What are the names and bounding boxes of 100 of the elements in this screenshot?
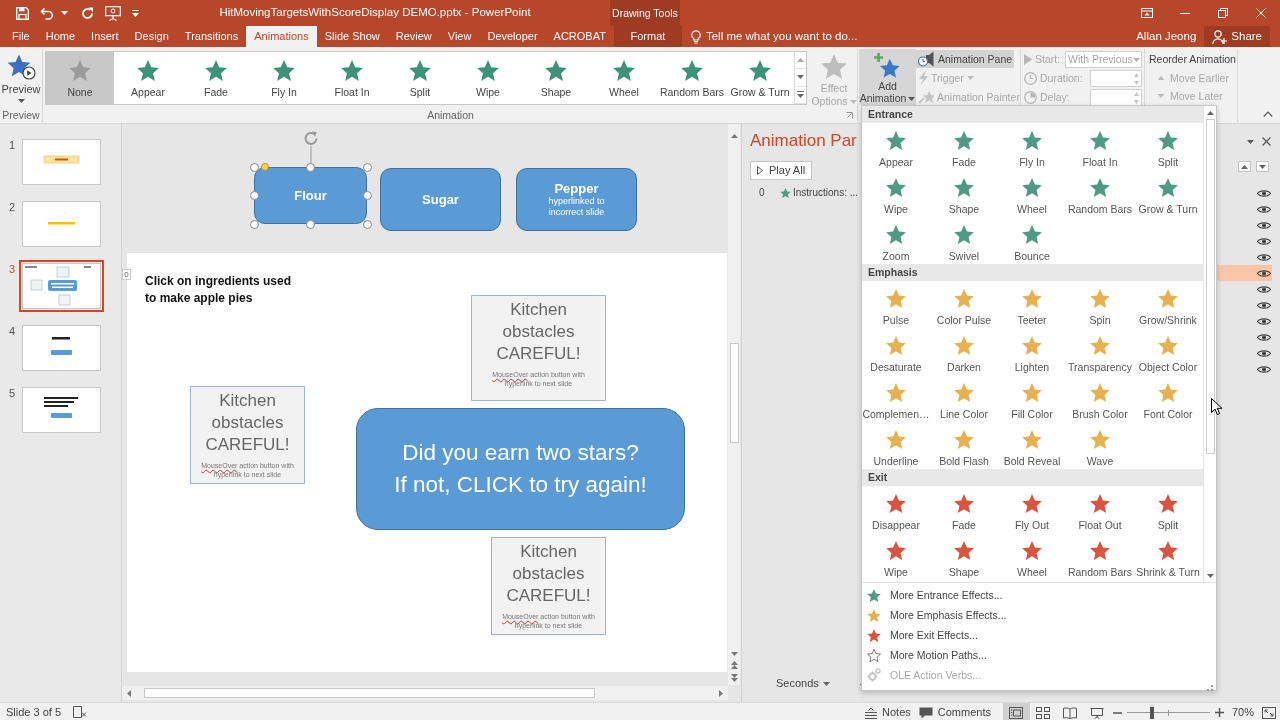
collapse-ribbon-button[interactable] [1263, 111, 1273, 117]
effect-option[interactable]: Spin [1066, 281, 1134, 328]
effect-option[interactable]: Disappear [862, 486, 930, 533]
effect-option[interactable]: Fade [182, 52, 250, 104]
menu-item[interactable]: More Emphasis Effects... [862, 605, 1013, 625]
pane-options-button[interactable] [1247, 139, 1254, 144]
slide-thumbnail[interactable] [19, 136, 104, 188]
close-button[interactable] [1262, 137, 1271, 146]
effect-option[interactable]: Fly In [250, 52, 318, 104]
proofing-button[interactable] [73, 706, 88, 719]
slide-thumbnail[interactable] [19, 384, 104, 436]
effect-option[interactable]: Fly In [998, 123, 1066, 170]
ribbon-tab[interactable]: File [4, 26, 38, 47]
effect-option[interactable]: Line Color [930, 375, 998, 422]
slide-thumbnail[interactable] [19, 198, 104, 250]
effect-option[interactable]: Teeter [998, 281, 1066, 328]
resize-handle[interactable] [306, 219, 315, 229]
effect-option[interactable]: Shrink & Turn [1134, 533, 1202, 580]
view-button[interactable] [1002, 703, 1030, 720]
ribbon-tab[interactable]: Animations [246, 26, 317, 47]
effect-option[interactable]: Font Color [1134, 375, 1202, 422]
preview-button[interactable]: Preview [0, 49, 42, 105]
slide-thumbnail[interactable] [19, 260, 104, 312]
effect-option[interactable]: Grow/Shrink [1134, 281, 1202, 328]
effect-option[interactable]: Transparency [1066, 328, 1134, 375]
scrollbar-thumb[interactable] [144, 688, 595, 698]
ribbon-tab[interactable]: ACROBAT [545, 26, 614, 47]
effect-option[interactable]: Float In [1066, 123, 1134, 170]
zoom-slider-thumb[interactable] [1149, 706, 1154, 719]
effect-option[interactable]: Split [1134, 123, 1202, 170]
effect-option[interactable]: Wipe [862, 533, 930, 580]
effect-option[interactable]: Split [1134, 486, 1202, 533]
effect-option[interactable]: Fade [930, 123, 998, 170]
effect-option[interactable]: Bounce [998, 217, 1066, 264]
effect-option[interactable]: Lighten [998, 328, 1066, 375]
effect-option[interactable]: Pulse [862, 281, 930, 328]
add-animation-button[interactable]: Add Animation [859, 49, 916, 105]
share-button[interactable]: Share [1204, 26, 1270, 47]
effect-option[interactable]: Bold Reveal [998, 422, 1066, 469]
ribbon-tab[interactable]: Home [37, 26, 84, 47]
timeline-units-button[interactable]: Seconds [776, 677, 830, 691]
ribbon-tab[interactable]: Review [387, 26, 440, 47]
resize-handle[interactable] [306, 162, 315, 172]
effect-option[interactable]: Fade [930, 486, 998, 533]
effect-option[interactable]: Wheel [590, 52, 658, 104]
effect-option[interactable]: Bold Flash [930, 422, 998, 469]
move-up-button[interactable] [1238, 161, 1251, 172]
effect-option[interactable]: Object Color [1134, 328, 1202, 375]
menu-item[interactable]: More Exit Effects... [862, 625, 984, 645]
ribbon-tab[interactable]: View [439, 26, 480, 47]
effect-option[interactable]: Wipe [454, 52, 522, 104]
slide-thumbnail[interactable] [19, 322, 104, 374]
animation-pane-button[interactable]: Animation Pane [916, 50, 1015, 68]
visibility-button[interactable] [1217, 265, 1272, 281]
effect-option[interactable]: Shape [930, 533, 998, 580]
effect-option[interactable]: Shape [522, 52, 590, 104]
ribbon-tab[interactable]: Design [126, 26, 177, 47]
menu-item[interactable]: More Motion Paths... [862, 645, 993, 665]
menu-item[interactable]: More Entrance Effects... [862, 585, 1009, 605]
ribbon-tab[interactable]: Format [613, 26, 682, 47]
resize-handle[interactable] [362, 162, 372, 172]
resize-handle[interactable] [249, 191, 259, 200]
effect-option[interactable]: None [46, 52, 114, 104]
ribbon-tab[interactable]: Insert [83, 26, 127, 47]
effect-option[interactable]: Wave [1066, 422, 1134, 469]
ribbon-tab[interactable]: Transitions [176, 26, 247, 47]
ribbon-tab[interactable]: Slide Show [316, 26, 388, 47]
effect-option[interactable]: Grow & Turn [726, 52, 794, 104]
effect-option[interactable]: Darken [930, 328, 998, 375]
adjust-handle[interactable] [261, 163, 269, 171]
effect-option[interactable]: Wheel [998, 533, 1066, 580]
play-all-button[interactable]: Play All [750, 161, 813, 180]
effect-option[interactable]: Desaturate [862, 328, 930, 375]
zoom-in-button[interactable] [1212, 708, 1226, 717]
resize-handle[interactable] [249, 162, 259, 172]
effect-option[interactable]: Wheel [998, 170, 1066, 217]
effect-option[interactable]: Random Bars [1066, 533, 1134, 580]
effect-option[interactable]: Appear [114, 52, 182, 104]
effect-option[interactable]: Random Bars [1066, 170, 1134, 217]
tell-me-field[interactable]: Tell me what you want to do... [705, 29, 871, 44]
effect-option[interactable]: Brush Color [1066, 375, 1134, 422]
resize-handle[interactable] [362, 191, 372, 200]
effect-option[interactable]: Float In [318, 52, 386, 104]
effect-option[interactable]: Underline [862, 422, 930, 469]
effect-option[interactable]: Grow & Turn [1134, 170, 1202, 217]
scrollbar-thumb[interactable] [1205, 119, 1215, 454]
effect-option[interactable]: Fly Out [998, 486, 1066, 533]
ribbon-tab[interactable]: Developer [479, 26, 546, 47]
effect-option[interactable]: Fill Color [998, 375, 1066, 422]
effect-option[interactable]: Split [386, 52, 454, 104]
notes-button[interactable]: Notes [861, 703, 915, 720]
effect-option[interactable]: Swivel [930, 217, 998, 264]
effect-option[interactable]: Float Out [1066, 486, 1134, 533]
effect-option[interactable]: Zoom [862, 217, 930, 264]
effect-option[interactable]: Color Pulse [930, 281, 998, 328]
scrollbar-thumb[interactable] [729, 343, 739, 443]
effect-option[interactable]: Appear [862, 123, 930, 170]
effect-option[interactable]: Shape [930, 170, 998, 217]
resize-handle[interactable] [249, 219, 259, 229]
effect-option[interactable]: Wipe [862, 170, 930, 217]
